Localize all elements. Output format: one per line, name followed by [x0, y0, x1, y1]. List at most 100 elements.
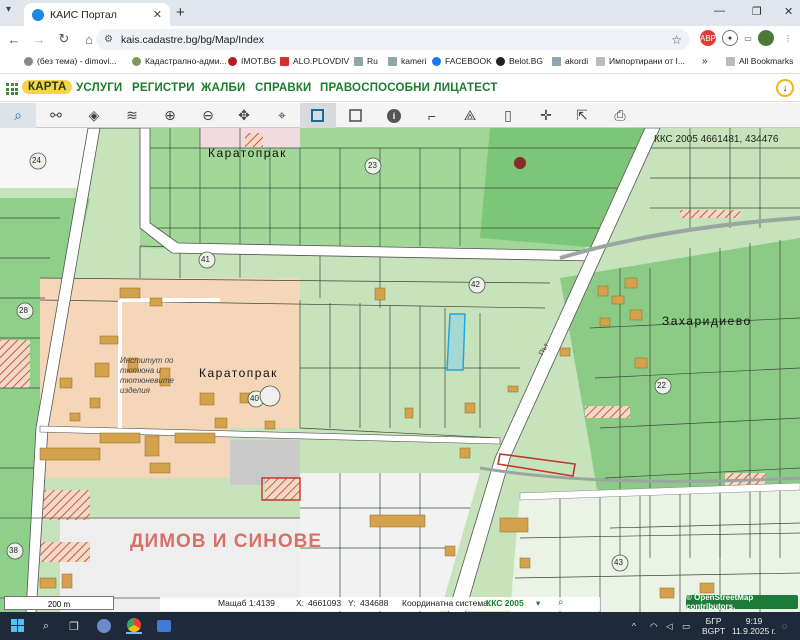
parcel-number: 28 [19, 306, 28, 315]
bookmark-star-icon[interactable]: ☆ [671, 33, 682, 47]
bookmark-label: Кадастрално-адми... [145, 56, 227, 66]
bookmark-folder[interactable]: Импортирани от I... [596, 56, 685, 66]
map-canvas[interactable]: ККС 2005 4661481, 434476 Каратопрак Кара… [0, 128, 800, 613]
parcel-number: 43 [614, 558, 623, 567]
clock[interactable]: 9:19 11.9.2025 г. [732, 616, 776, 636]
zoom-search-icon[interactable]: ⌕ [558, 597, 564, 608]
bookmark-label: IMOT.BG [241, 56, 276, 66]
browser-tab[interactable]: КАИС Портал ✕ [24, 3, 170, 26]
os-taskbar: ⌕ ❐ ^ ◠ ◁ ▭ БГР BGPT 9:19 11.9.2025 г. ◌ [0, 612, 800, 640]
pan-icon[interactable]: ✥ [226, 103, 262, 128]
bookmark-item[interactable]: Ru [354, 56, 378, 66]
bookmark-item[interactable]: IMOT.BG [228, 56, 276, 66]
site-nav: КАРТА УСЛУГИ РЕГИСТРИ ЖАЛБИ СПРАВКИ ПРАВ… [0, 76, 800, 102]
select-rect-icon[interactable] [338, 103, 374, 128]
task-view-icon[interactable]: ❐ [66, 618, 82, 634]
bookmark-label: FACEBOOK [445, 56, 492, 66]
site-info-icon[interactable]: ⚙ [104, 34, 113, 45]
url-text: kais.cadastre.bg/bg/Map/Index [120, 33, 264, 46]
nav-complaints[interactable]: ЖАЛБИ [201, 82, 245, 94]
bookmark-item[interactable]: Belot.BG [496, 56, 543, 66]
restore-icon[interactable]: ❐ [752, 5, 762, 18]
measure-area-icon[interactable]: ⟁ [452, 103, 488, 128]
nav-map[interactable]: КАРТА [22, 80, 73, 94]
map-statusbar: Мащаб 1: 4139 X: 4661093 Y: 434688 Коорд… [160, 597, 600, 611]
search-icon[interactable]: ⌕ [0, 103, 36, 128]
windows-start-icon[interactable] [10, 618, 26, 634]
apps-grid-icon[interactable] [6, 83, 18, 95]
nav-reports[interactable]: СПРАВКИ [255, 82, 312, 94]
back-icon[interactable]: ← [3, 32, 25, 47]
download-icon[interactable]: ↓ [776, 79, 794, 97]
bookmark-label: (без тема) - dimovi... [37, 56, 117, 66]
measure-distance-icon[interactable]: ⌐ [414, 103, 450, 128]
layer-icon[interactable]: ◈ [76, 103, 112, 128]
nav-services[interactable]: УСЛУГИ [76, 82, 122, 94]
coord-system-chevron-icon[interactable]: ▾ [536, 598, 540, 609]
nav-registers[interactable]: РЕГИСТРИ [132, 82, 195, 94]
more-bookmarks-icon[interactable]: » [702, 56, 708, 67]
nav-test[interactable]: ТЕСТ [467, 82, 498, 94]
search-icon[interactable]: ⌕ [38, 618, 54, 634]
nav-licensed-persons[interactable]: ПРАВОСПОСОБНИ ЛИЦА [320, 82, 467, 94]
reload-icon[interactable]: ↻ [53, 31, 75, 47]
notifications-icon[interactable]: ◌ [782, 621, 787, 631]
parcel-number: 22 [657, 381, 666, 390]
bookmark-item[interactable]: akordi [552, 56, 588, 66]
new-tab-button[interactable]: + [176, 4, 185, 21]
area-label: Институт по тютюна и тютюневите изделия [120, 356, 174, 395]
url-bar[interactable]: ⚙ kais.cadastre.bg/bg/Map/Index ☆ [96, 29, 690, 50]
close-window-icon[interactable]: ✕ [784, 5, 793, 18]
bookmark-label: Ru [367, 56, 378, 66]
zoom-out-icon[interactable]: ⊖ [190, 103, 226, 128]
battery-icon[interactable]: ▭ [682, 621, 690, 631]
tab-title: КАИС Портал [50, 8, 117, 21]
profile-avatar[interactable] [758, 30, 774, 46]
clock-time: 9:19 [745, 616, 763, 626]
parcel-number: 23 [368, 161, 377, 170]
map-book-icon[interactable]: ▯ [490, 103, 526, 128]
app-icon[interactable] [156, 618, 172, 634]
location-pin-icon[interactable]: ⌖ [264, 103, 300, 128]
info-icon[interactable]: i [376, 103, 412, 128]
bookmark-item[interactable]: FACEBOOK [432, 56, 492, 66]
route-icon[interactable]: ⚯ [38, 103, 74, 128]
browser-tabbar: ▾ КАИС Портал ✕ + — ❐ ✕ [0, 0, 800, 26]
tab-close-icon[interactable]: ✕ [153, 8, 162, 21]
bookmark-label: Импортирани от I... [609, 56, 685, 66]
volume-icon[interactable]: ◁ [666, 621, 673, 631]
browser-menu-icon[interactable]: ⋮ [780, 30, 796, 46]
print-icon[interactable]: ⎙ [602, 103, 638, 128]
bookmark-item[interactable]: ALO.PLOVDIV [280, 56, 349, 66]
scale-label: Мащаб 1: [218, 598, 256, 608]
layers-icon[interactable]: ≋ [114, 103, 150, 128]
bookmark-item[interactable]: (без тема) - dimovi... [24, 56, 117, 66]
bookmarks-bar: (без тема) - dimovi... Кадастрално-адми.… [0, 52, 800, 74]
bookmark-item[interactable]: Кадастрално-адми... [132, 56, 227, 66]
all-bookmarks-folder[interactable]: All Bookmarks [726, 56, 793, 66]
crosshair-icon[interactable]: ✛ [528, 103, 564, 128]
bookmark-label: All Bookmarks [739, 56, 794, 66]
widgets-icon[interactable] [96, 618, 112, 634]
bookmark-label: akordi [565, 56, 589, 66]
keyboard-language[interactable]: БГР BGPT [702, 616, 725, 636]
sidepanel-icon[interactable]: ▭ [740, 30, 756, 46]
wifi-icon[interactable]: ◠ [650, 621, 657, 631]
forward-icon[interactable]: → [28, 32, 50, 47]
minimize-icon[interactable]: — [714, 5, 725, 17]
scale-bar: 200 m [4, 596, 114, 610]
chrome-icon[interactable] [126, 618, 142, 634]
bookmark-item[interactable]: kameri [388, 56, 427, 66]
zoom-in-icon[interactable]: ⊕ [152, 103, 188, 128]
export-icon[interactable]: ⇱ [564, 103, 600, 128]
language-code: БГР [705, 616, 722, 626]
keyboard-layout: BGPT [702, 626, 726, 636]
select-area-icon[interactable] [300, 103, 336, 128]
osm-attribution[interactable]: © OpenStreetMap contributors. [686, 593, 798, 611]
extensions-icon[interactable]: ✦ [722, 30, 738, 46]
coord-system-select[interactable]: ККС 2005 [486, 598, 524, 608]
tray-chevron-icon[interactable]: ^ [632, 621, 636, 631]
tab-search-icon[interactable]: ▾ [6, 4, 20, 18]
adblock-extension-icon[interactable]: ABP [700, 30, 716, 46]
bookmark-label: ALO.PLOVDIV [293, 56, 350, 66]
